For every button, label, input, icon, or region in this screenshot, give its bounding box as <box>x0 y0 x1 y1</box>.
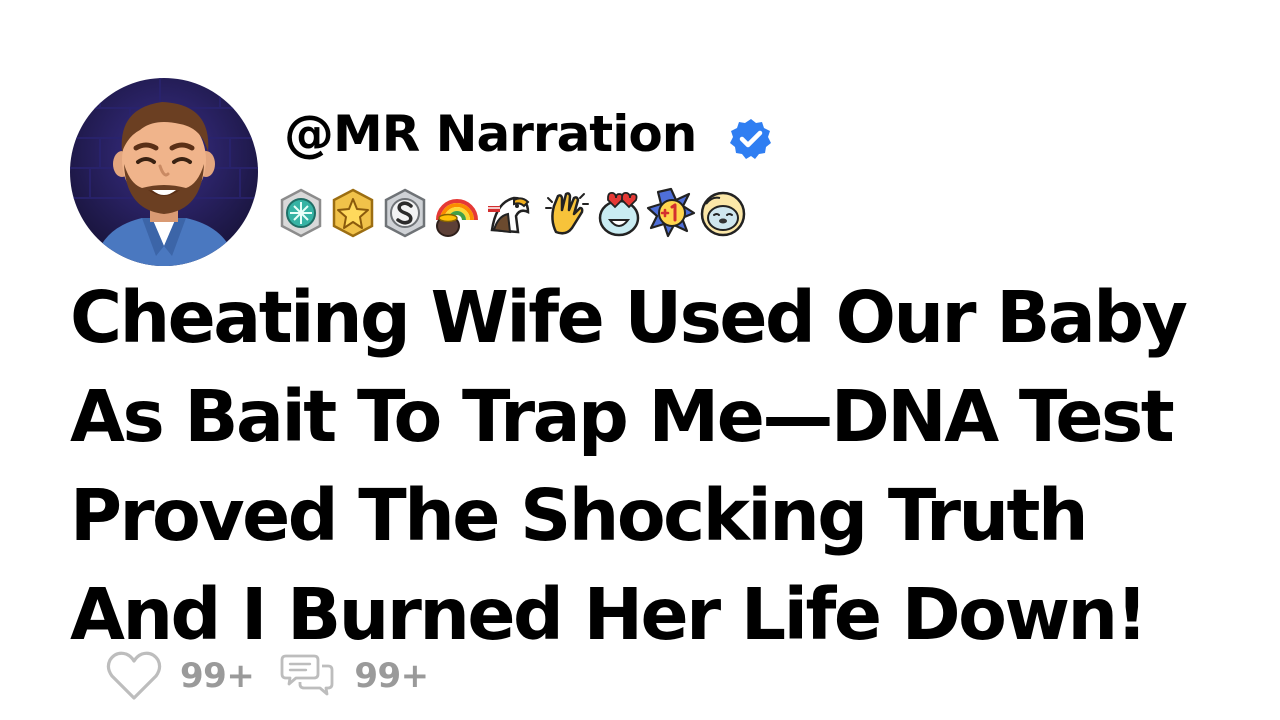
sleeping-seal-icon[interactable] <box>698 186 748 240</box>
comments-icon[interactable] <box>280 650 336 702</box>
plus-one-icon[interactable] <box>646 186 696 240</box>
engagement-bar: 99+ 99+ <box>104 645 429 707</box>
cyan-medal-icon[interactable] <box>276 186 326 240</box>
rainbow-pot-of-gold-icon[interactable] <box>432 186 482 240</box>
clapping-hands-icon[interactable] <box>542 186 592 240</box>
author-handle[interactable]: @MR Narration <box>284 96 697 172</box>
silver-s-medal-icon[interactable] <box>380 186 430 240</box>
heart-icon[interactable] <box>104 648 164 704</box>
post-headline: Cheating Wife Used Our Baby As Bait To T… <box>70 276 1188 656</box>
comments-count: 99+ <box>354 656 429 696</box>
bald-eagle-icon[interactable] <box>484 186 534 240</box>
award-badges <box>276 186 750 240</box>
author-avatar[interactable] <box>70 78 258 266</box>
heart-eyes-face-icon[interactable] <box>594 186 644 240</box>
likes-count: 99+ <box>180 656 255 696</box>
gold-star-medal-icon[interactable] <box>328 186 378 240</box>
verified-badge-icon <box>730 119 771 159</box>
